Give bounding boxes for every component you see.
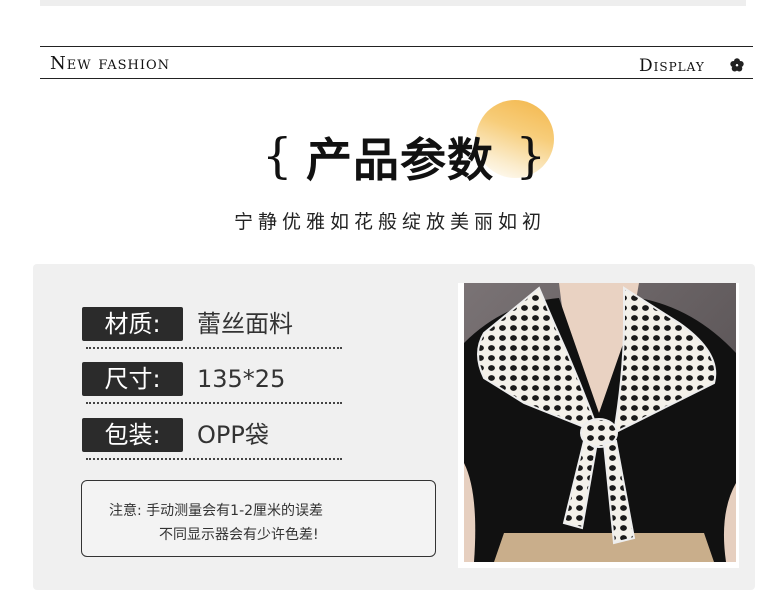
new-fashion-label: New fashion [50,53,171,74]
spec-label: 材质: [82,307,183,341]
spec-row-material: 材质: 蕾丝面料 [82,307,342,353]
flower-icon [730,58,744,72]
top-divider-strip [40,0,746,6]
header-top-rule [40,46,753,47]
title-open-brace: { [262,128,293,184]
spec-row-packaging: 包装: OPP袋 [82,418,342,464]
spec-label: 包装: [82,418,183,452]
dotted-divider [86,458,342,460]
header-bottom-rule [40,78,753,79]
spec-value: OPP袋 [197,421,269,449]
display-label: Display [639,56,705,76]
title-text: 产品参数 [306,133,494,187]
dotted-divider [86,402,342,404]
section-subtitle: 宁静优雅如花般绽放美丽如初 [233,211,546,233]
spec-value: 蕾丝面料 [197,310,293,338]
dotted-divider [86,347,342,349]
spec-row-size: 尺寸: 135*25 [82,362,342,408]
section-title: { 产品参数 } [262,124,552,194]
spec-label: 尺寸: [82,362,183,396]
title-close-brace: } [515,128,546,184]
spec-value: 135*25 [197,365,286,393]
note-line-1: 注意: 手动测量会有1-2厘米的误差 [109,503,324,519]
product-photo [464,283,736,562]
model-wearing-lace-scarf-image [464,283,736,562]
note-box: 注意: 手动测量会有1-2厘米的误差 不同显示器会有少许色差! [81,480,436,557]
note-line-2: 不同显示器会有少许色差! [159,527,319,543]
